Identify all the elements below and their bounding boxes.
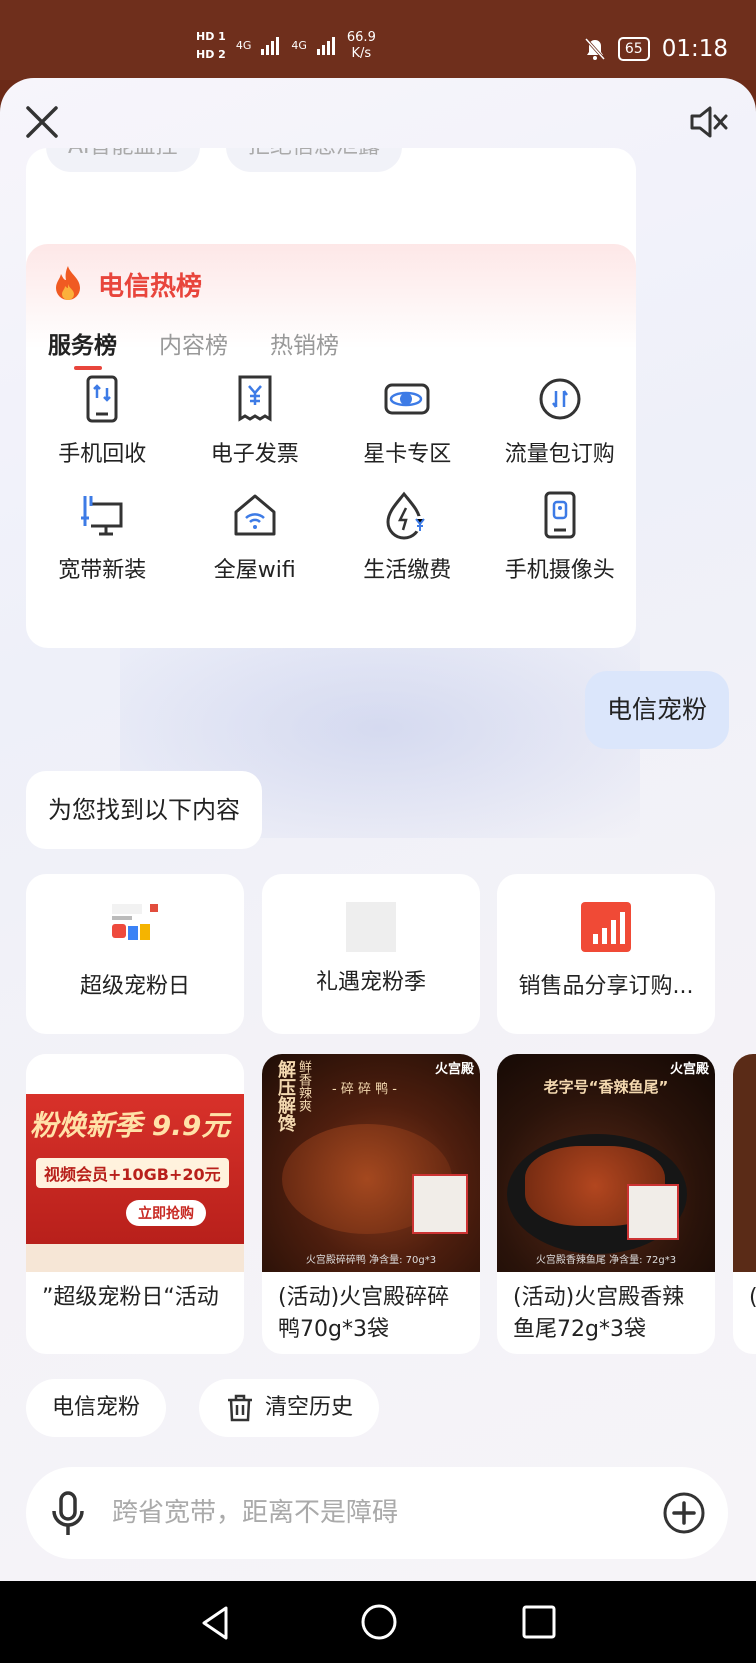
life-payment-icon bbox=[386, 491, 429, 540]
service-label: 电子发票 bbox=[210, 442, 299, 467]
hd1-label: HD 1 bbox=[196, 30, 226, 43]
product-name: (活 bbox=[733, 1272, 756, 1314]
trash-icon bbox=[228, 1394, 252, 1422]
image-brand: 火宫殿 bbox=[434, 1062, 474, 1077]
service-label: 星卡专区 bbox=[363, 442, 452, 467]
result-link-card[interactable]: 销售品分享订购... bbox=[497, 874, 715, 1034]
product-image: 火宫殿 老字号“香辣鱼尾” 火宫殿香辣鱼尾 净含量: 72g*3 bbox=[497, 1054, 715, 1272]
product-card[interactable]: 火宫殿 - 碎 碎 鸭 - 鲜香辣爽 解压解馋 火宫殿碎碎鸭 净含量: 70g*… bbox=[262, 1054, 480, 1354]
fire-icon bbox=[56, 266, 80, 300]
product-name: ”超级宠粉日“活动 bbox=[42, 1285, 219, 1310]
service-label: 全屋wifi bbox=[213, 558, 296, 583]
product-card[interactable]: (活 bbox=[733, 1054, 756, 1354]
service-label: 手机摄像头 bbox=[504, 558, 615, 583]
user-message-bubble: 电信宠粉 bbox=[584, 671, 729, 749]
home-wifi-icon bbox=[234, 494, 276, 536]
service-label: 手机回收 bbox=[58, 442, 147, 467]
image-caption: 火宫殿碎碎鸭 净含量: 70g*3 bbox=[305, 1255, 437, 1266]
speed-unit: K/s bbox=[351, 46, 372, 61]
service-item[interactable]: 手机回收 bbox=[26, 374, 179, 468]
product-name: (活动)火宫殿香辣鱼尾72g*3袋 bbox=[513, 1285, 685, 1342]
chat-input-bar[interactable]: 跨省宽带，距离不是障碍 bbox=[26, 1467, 728, 1559]
recents-icon[interactable] bbox=[520, 1603, 558, 1641]
status-right: 65 01:18 bbox=[584, 36, 728, 62]
service-item[interactable]: 星卡专区 bbox=[331, 374, 484, 468]
product-image: 火宫殿 - 碎 碎 鸭 - 鲜香辣爽 解压解馋 火宫殿碎碎鸭 净含量: 70g*… bbox=[262, 1054, 480, 1272]
hot-list-tabs: 服务榜 内容榜 热销榜 bbox=[48, 326, 339, 370]
microphone-icon[interactable] bbox=[48, 1491, 88, 1537]
home-icon[interactable] bbox=[358, 1601, 400, 1643]
hot-list-header: 电信热榜 bbox=[48, 264, 202, 304]
link-card-title: 礼遇宠粉季 bbox=[315, 970, 426, 995]
history-chip[interactable]: 电信宠粉 bbox=[26, 1379, 167, 1437]
service-item[interactable]: 全屋wifi bbox=[179, 490, 332, 584]
close-icon[interactable] bbox=[22, 102, 62, 142]
net1-label: 4G bbox=[235, 39, 252, 52]
service-label: 生活缴费 bbox=[363, 558, 452, 583]
image-title: - 碎 碎 鸭 - bbox=[332, 1082, 397, 1097]
battery-indicator: 65 bbox=[617, 37, 650, 61]
star-card-icon bbox=[384, 383, 430, 415]
service-item[interactable]: 流量包订购 bbox=[484, 374, 637, 468]
hot-list-card: 电信热榜 服务榜 内容榜 热销榜 手机回收 电子发票 星卡专区 流量包订购 宽带… bbox=[26, 244, 636, 648]
service-item[interactable]: 生活缴费 bbox=[331, 490, 484, 584]
clear-history-button[interactable]: 清空历史 bbox=[199, 1379, 380, 1437]
image-caption: 火宫殿香辣鱼尾 净含量: 72g*3 bbox=[535, 1255, 677, 1266]
service-item[interactable]: 手机摄像头 bbox=[484, 490, 637, 584]
banner-subtext: 视频会员+10GB+20元 bbox=[36, 1158, 229, 1188]
feature-chip[interactable]: 拒绝信息泄露 bbox=[226, 148, 403, 172]
bell-off-icon bbox=[584, 37, 605, 61]
clock: 01:18 bbox=[661, 36, 728, 62]
product-name: (活动)火宫殿碎碎鸭70g*3袋 bbox=[278, 1285, 450, 1342]
data-package-icon bbox=[539, 378, 581, 420]
hd2-label: HD 2 bbox=[196, 48, 226, 61]
service-grid: 手机回收 电子发票 星卡专区 流量包订购 宽带新装 全屋wifi 生活缴费 手机… bbox=[26, 374, 636, 584]
product-card[interactable]: 火宫殿 老字号“香辣鱼尾” 火宫殿香辣鱼尾 净含量: 72g*3 (活动)火宫殿… bbox=[497, 1054, 715, 1354]
signal-icon bbox=[316, 37, 335, 55]
assistant-message-bubble: 为您找到以下内容 bbox=[26, 771, 262, 849]
broadband-icon bbox=[81, 496, 123, 536]
back-icon[interactable] bbox=[196, 1603, 236, 1643]
net-speed: 66.9 K/s bbox=[347, 30, 376, 62]
image-brand: 火宫殿 bbox=[669, 1062, 709, 1077]
invoice-icon bbox=[238, 375, 272, 422]
result-link-card[interactable]: 超级宠粉日 bbox=[26, 874, 244, 1034]
phone-swap-icon bbox=[86, 375, 118, 423]
signal-icon bbox=[261, 37, 280, 55]
system-nav-bar bbox=[0, 1581, 756, 1663]
service-item[interactable]: 电子发票 bbox=[179, 374, 332, 468]
product-image bbox=[733, 1054, 756, 1272]
service-label: 宽带新装 bbox=[58, 558, 147, 583]
history-chip-label: 电信宠粉 bbox=[52, 1395, 141, 1420]
service-item[interactable]: 宽带新装 bbox=[26, 490, 179, 584]
assistant-sheet: AI智能监控 拒绝信息泄露 电信热榜 服务榜 内容榜 热销榜 手机回收 电子发票… bbox=[0, 78, 756, 1581]
clear-history-label: 清空历史 bbox=[265, 1395, 354, 1420]
tab-content[interactable]: 内容榜 bbox=[159, 326, 228, 360]
promo-thumbnail bbox=[112, 904, 158, 940]
network-indicators: HD 1 HD 2 4G 4G 66.9 K/s bbox=[196, 30, 376, 62]
hot-list-title: 电信热榜 bbox=[98, 271, 203, 302]
phone-camera-icon bbox=[544, 491, 576, 539]
link-card-title: 超级宠粉日 bbox=[79, 974, 190, 999]
speed-value: 66.9 bbox=[346, 30, 376, 45]
chart-app-icon bbox=[581, 902, 631, 952]
status-bar: HD 1 HD 2 4G 4G 66.9 K/s 65 01:18 bbox=[0, 0, 756, 80]
image-big-text: 解压解馋 bbox=[275, 1060, 296, 1132]
sound-off-icon[interactable] bbox=[686, 100, 730, 144]
feature-chip[interactable]: AI智能监控 bbox=[46, 148, 200, 172]
service-label: 流量包订购 bbox=[504, 442, 615, 467]
tab-service[interactable]: 服务榜 bbox=[48, 326, 117, 370]
tab-bestseller[interactable]: 热销榜 bbox=[270, 326, 339, 360]
placeholder-thumbnail bbox=[346, 902, 396, 952]
chat-input-placeholder[interactable]: 跨省宽带，距离不是障碍 bbox=[112, 1467, 398, 1559]
result-link-card[interactable]: 礼遇宠粉季 bbox=[262, 874, 480, 1034]
add-circle-icon[interactable] bbox=[662, 1491, 706, 1535]
banner-headline: 粉焕新季 9.9元 bbox=[30, 1109, 230, 1142]
banner-cta: 立即抢购 bbox=[126, 1200, 206, 1226]
image-title: 老字号“香辣鱼尾” bbox=[543, 1078, 669, 1096]
net2-label: 4G bbox=[291, 39, 307, 52]
product-card[interactable]: 粉焕新季 9.9元 视频会员+10GB+20元 立即抢购 ”超级宠粉日“活动 bbox=[26, 1054, 244, 1354]
link-card-title: 销售品分享订购... bbox=[518, 974, 694, 999]
promo-banner-image: 粉焕新季 9.9元 视频会员+10GB+20元 立即抢购 bbox=[26, 1054, 244, 1272]
